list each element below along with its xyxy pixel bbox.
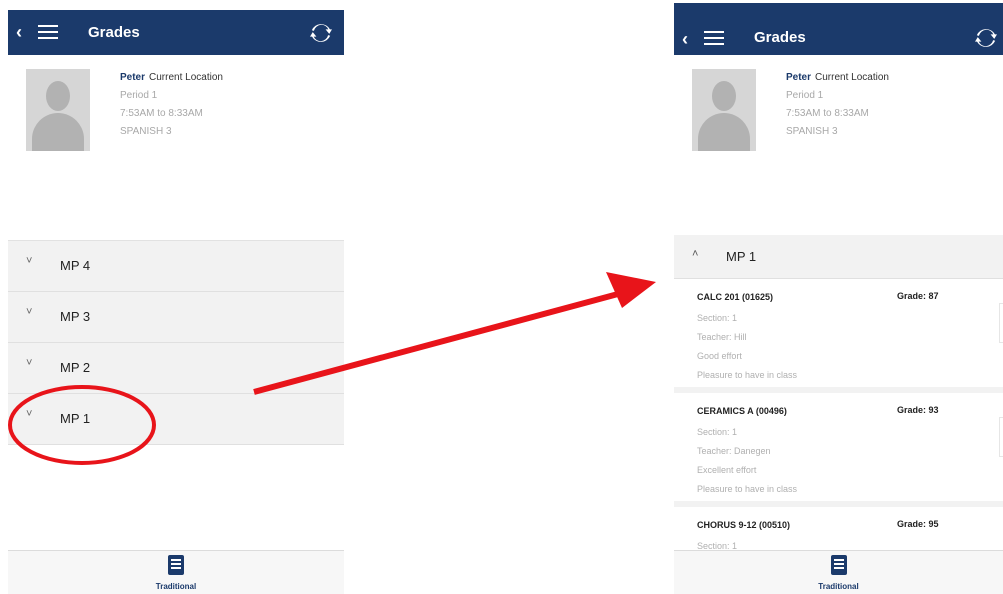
marking-period-row-mp1[interactable]: ˅ MP 1 (8, 394, 344, 445)
course-name: CALC 201 (01625) (697, 292, 774, 302)
student-info: Peter Current Location Period 1 7:53AM to… (120, 69, 223, 141)
time-text: 7:53AM to 8:33AM (786, 108, 869, 119)
bottom-tab-bar: Traditional (674, 550, 1003, 594)
course-card[interactable]: CERAMICS A (00496) Grade: 93 Section: 1 … (674, 393, 1003, 507)
course-text: SPANISH 3 (786, 126, 838, 137)
avatar (692, 69, 756, 151)
book-icon (168, 555, 184, 575)
marking-period-row-mp4[interactable]: ˅ MP 4 (8, 241, 344, 292)
book-icon (830, 555, 847, 575)
chevron-down-icon: ˅ (26, 306, 33, 318)
chevron-down-icon: ˅ (26, 408, 33, 420)
app-header: ‹ Grades (8, 10, 344, 55)
course-comment: Pleasure to have in class (697, 370, 798, 380)
marking-period-label: MP 1 (60, 411, 91, 426)
chevron-left-icon[interactable]: ‹ (682, 29, 696, 49)
course-comment: Good effort (697, 351, 742, 361)
refresh-icon[interactable] (975, 27, 997, 49)
chevron-down-icon: ˅ (26, 357, 33, 369)
left-phone-screen: ‹ Grades Peter Current Location Period 1 … (8, 10, 344, 594)
course-section: Section: 1 (697, 427, 738, 437)
student-name: Peter (120, 72, 146, 83)
location-label[interactable]: Current Location (815, 72, 889, 83)
time-text: 7:53AM to 8:33AM (120, 108, 203, 119)
chevron-down-icon: ˅ (26, 255, 33, 267)
marking-period-row-mp3[interactable]: ˅ MP 3 (8, 292, 344, 343)
course-text: SPANISH 3 (120, 126, 172, 137)
tab-traditional[interactable]: Traditional (809, 555, 869, 591)
hamburger-menu-icon[interactable] (38, 25, 58, 39)
period-text: Period 1 (120, 90, 158, 101)
course-card[interactable]: CALC 201 (01625) Grade: 87 Section: 1 Te… (674, 279, 1003, 393)
course-name: CHORUS 9-12 (00510) (697, 520, 791, 530)
marking-period-label: MP 1 (726, 249, 757, 264)
marking-period-label: MP 2 (60, 360, 91, 375)
course-name: CERAMICS A (00496) (697, 406, 787, 416)
student-info: Peter Current Location Period 1 7:53AM to… (786, 69, 889, 141)
course-grade: Grade: 95 (897, 519, 939, 529)
page-title: Grades (754, 29, 806, 46)
period-text: Period 1 (786, 90, 824, 101)
page-title: Grades (88, 24, 140, 41)
card-edge (999, 417, 1003, 457)
chevron-left-icon[interactable]: ‹ (16, 22, 30, 42)
marking-period-row-mp2[interactable]: ˅ MP 2 (8, 343, 344, 394)
card-edge (999, 303, 1003, 343)
tab-label: Traditional (155, 582, 197, 591)
bottom-tab-bar: Traditional (8, 550, 344, 594)
student-name: Peter (786, 72, 812, 83)
marking-period-row-mp1-expanded[interactable]: ˄ MP 1 (674, 235, 1003, 279)
course-comment: Pleasure to have in class (697, 484, 798, 494)
course-grade: Grade: 93 (897, 405, 939, 415)
course-teacher: Teacher: Hill (697, 332, 747, 342)
course-comment: Excellent effort (697, 465, 757, 475)
student-profile: Peter Current Location Period 1 7:53AM to… (674, 55, 1003, 165)
course-teacher: Teacher: Danegen (697, 446, 771, 456)
avatar (26, 69, 90, 151)
course-list: CALC 201 (01625) Grade: 87 Section: 1 Te… (674, 279, 1003, 594)
marking-period-label: MP 4 (60, 258, 91, 273)
location-label[interactable]: Current Location (149, 72, 223, 83)
right-phone-screen: ‹ Grades Peter Current Location Period 1 … (674, 3, 1003, 594)
app-header: ‹ Grades (674, 3, 1003, 55)
marking-period-list: ˅ MP 4 ˅ MP 3 ˅ MP 2 ˅ MP 1 (8, 240, 344, 445)
student-profile: Peter Current Location Period 1 7:53AM to… (8, 55, 344, 165)
tab-traditional[interactable]: Traditional (146, 555, 206, 591)
course-grade: Grade: 87 (897, 291, 939, 301)
arrow-head (606, 272, 656, 308)
course-section: Section: 1 (697, 313, 738, 323)
tab-label: Traditional (818, 582, 859, 591)
hamburger-menu-icon[interactable] (704, 31, 724, 45)
marking-period-label: MP 3 (60, 309, 91, 324)
chevron-up-icon: ˄ (692, 248, 699, 260)
refresh-icon[interactable] (310, 22, 332, 44)
